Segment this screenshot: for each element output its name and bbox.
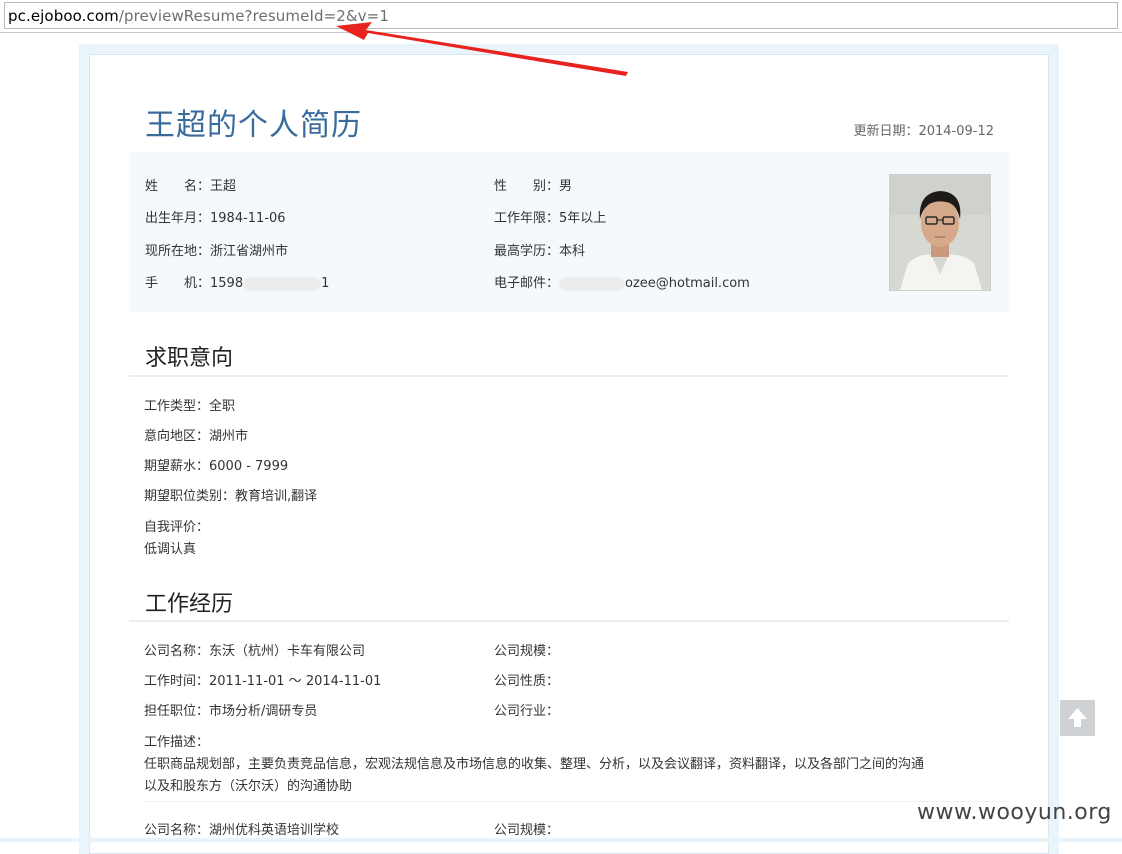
phone-suffix: 1 xyxy=(321,276,330,291)
phone-label: 手 机： xyxy=(145,276,211,291)
redacted-email xyxy=(559,276,626,291)
url-domain: pc.ejoboo.com xyxy=(8,7,119,25)
update-date: 更新日期：2014-09-12 xyxy=(853,124,994,139)
work-years-field: 工作年限：5年以上 xyxy=(494,207,606,226)
work-years-label: 工作年限： xyxy=(494,211,560,226)
job-separator xyxy=(144,801,1009,802)
email-suffix: ozee@hotmail.com xyxy=(625,276,750,291)
email-label: 电子邮件： xyxy=(494,276,560,291)
job1-desc-label: 工作描述： xyxy=(144,735,210,750)
birth-label: 出生年月： xyxy=(145,211,211,226)
page-bottom-edge xyxy=(0,838,1122,842)
education-field: 最高学历：本科 xyxy=(494,240,585,259)
job1-desc-line1: 任职商品规划部，主要负责竞品信息，宏观法规信息及市场信息的收集、整理、分析，以及… xyxy=(144,757,925,772)
job-type: 工作类型：全职 xyxy=(144,399,236,414)
job2-company: 公司名称：湖州优科英语培训学校 xyxy=(144,823,340,838)
expected-salary: 期望薪水：6000 - 7999 xyxy=(144,459,289,474)
resume-title: 王超的个人简历 xyxy=(145,108,362,143)
job1-position: 担任职位：市场分析/调研专员 xyxy=(144,704,318,719)
job1-scale: 公司规模： xyxy=(494,644,560,659)
intention-heading: 求职意向 xyxy=(145,346,234,371)
job1-period: 工作时间：2011-11-01 ～ 2014-11-01 xyxy=(144,674,382,689)
browser-address-bar: pc.ejoboo.com/previewResume?resumeId=2&v… xyxy=(0,0,1122,33)
experience-heading: 工作经历 xyxy=(145,592,234,617)
experience-divider xyxy=(129,620,1009,622)
watermark: www.wooyun.org xyxy=(917,800,1112,825)
avatar-photo xyxy=(889,174,991,291)
work-years-value: 5年以上 xyxy=(559,211,607,226)
job1-nature: 公司性质： xyxy=(494,674,560,689)
intention-divider xyxy=(129,375,1009,377)
self-eval-text: 低调认真 xyxy=(144,542,197,557)
job2-scale: 公司规模： xyxy=(494,823,560,838)
url-text: pc.ejoboo.com/previewResume?resumeId=2&v… xyxy=(8,7,389,25)
gender-value: 男 xyxy=(559,179,573,194)
phone-prefix: 1598 xyxy=(210,276,244,291)
scroll-top-button[interactable] xyxy=(1060,700,1095,736)
location-value: 浙江省湖州市 xyxy=(210,244,289,259)
job1-industry: 公司行业： xyxy=(494,704,560,719)
name-value: 王超 xyxy=(210,179,237,194)
education-value: 本科 xyxy=(559,244,586,259)
arrow-up-icon xyxy=(1068,708,1087,727)
job1-desc-line2: 以及和股东方（沃尔沃）的沟通协助 xyxy=(144,779,353,794)
job1-company: 公司名称：东沃（杭州）卡车有限公司 xyxy=(144,644,366,659)
self-eval-label: 自我评价： xyxy=(144,520,210,535)
location-label: 现所在地： xyxy=(145,244,211,259)
redacted-phone xyxy=(243,276,322,291)
name-field: 姓 名：王超 xyxy=(145,175,236,194)
location-field: 现所在地：浙江省湖州市 xyxy=(145,240,288,259)
name-label: 姓 名： xyxy=(145,179,211,194)
url-field[interactable]: pc.ejoboo.com/previewResume?resumeId=2&v… xyxy=(4,2,1118,29)
job-category: 期望职位类别：教育培训,翻译 xyxy=(144,489,318,504)
gender-field: 性 别：男 xyxy=(494,175,572,194)
education-label: 最高学历： xyxy=(494,244,560,259)
birth-field: 出生年月：1984-11-06 xyxy=(145,207,286,226)
gender-label: 性 别： xyxy=(494,179,560,194)
phone-field: 手 机：1598 1 xyxy=(145,272,329,291)
email-field: 电子邮件： ozee@hotmail.com xyxy=(494,272,750,291)
birth-value: 1984-11-06 xyxy=(210,211,286,226)
url-path: /previewResume?resumeId=2&v=1 xyxy=(118,7,389,25)
intended-region: 意向地区：湖州市 xyxy=(144,429,249,444)
